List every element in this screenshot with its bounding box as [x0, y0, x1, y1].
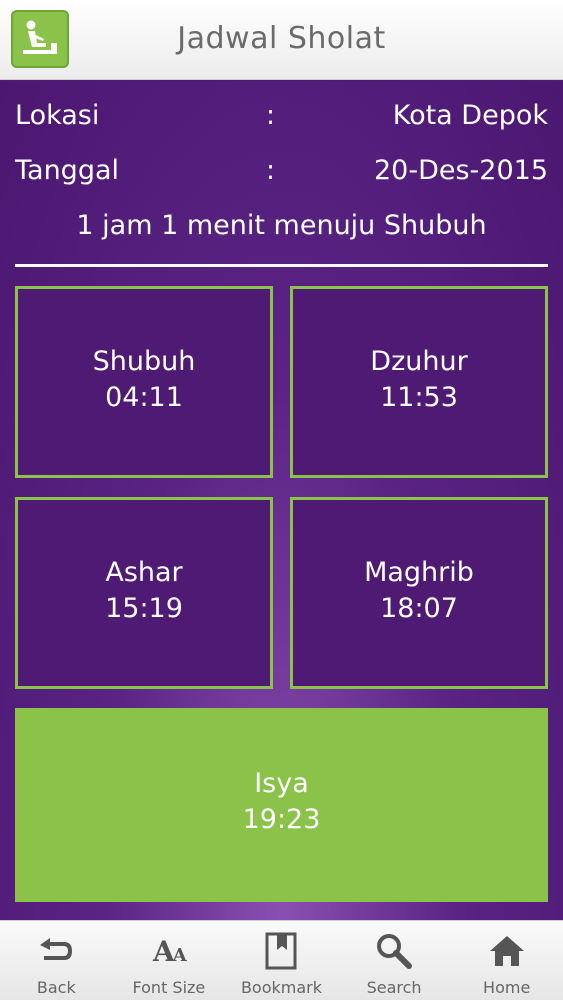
search-icon — [338, 931, 451, 971]
app-header: Jadwal Sholat — [0, 0, 563, 80]
location-value: Kota Depok — [392, 100, 548, 131]
location-row: Lokasi : Kota Depok — [15, 96, 548, 136]
prayer-schedule-panel: Lokasi : Kota Depok Tanggal : 20-Des-201… — [0, 81, 563, 920]
prayer-time: 18:07 — [380, 593, 458, 624]
date-separator: : — [266, 155, 276, 186]
prayer-name: Ashar — [105, 557, 183, 588]
nav-home-button[interactable]: Home — [450, 921, 563, 1000]
divider — [15, 264, 548, 267]
prayer-time: 11:53 — [380, 382, 458, 413]
prayer-time: 19:23 — [242, 804, 321, 835]
prayer-time: 15:19 — [105, 593, 183, 624]
location-label: Lokasi — [15, 100, 100, 131]
date-row: Tanggal : 20-Des-2015 — [15, 151, 548, 191]
prayer-name: Shubuh — [92, 346, 196, 377]
page-title: Jadwal Sholat — [177, 21, 386, 56]
prayer-time: 04:11 — [105, 382, 183, 413]
bookmark-icon — [225, 931, 338, 971]
location-separator: : — [266, 100, 276, 131]
prayer-card-ashar[interactable]: Ashar 15:19 — [15, 497, 273, 689]
prayer-name: Dzuhur — [370, 346, 468, 377]
home-icon — [450, 931, 563, 971]
nav-bookmark-button[interactable]: Bookmark — [225, 921, 338, 1000]
nav-font-size-button[interactable]: AA Font Size — [113, 921, 226, 1000]
bottom-navigation: Back AA Font Size Bookmark Search Home — [0, 920, 563, 1000]
next-prayer-countdown: 1 jam 1 menit menuju Shubuh — [76, 210, 487, 241]
nav-label: Search — [366, 978, 422, 997]
date-value: 20-Des-2015 — [373, 155, 548, 186]
prayer-card-isya[interactable]: Isya 19:23 — [15, 708, 548, 902]
date-label: Tanggal — [15, 155, 120, 186]
nav-back-button[interactable]: Back — [0, 921, 113, 1000]
nav-label: Back — [36, 978, 76, 997]
nav-label: Bookmark — [240, 978, 323, 997]
back-arrow-icon — [0, 931, 113, 971]
prayer-card-dzuhur[interactable]: Dzuhur 11:53 — [290, 286, 548, 478]
prayer-card-shubuh[interactable]: Shubuh 04:11 — [15, 286, 273, 478]
prayer-name: Isya — [254, 768, 309, 799]
prayer-card-maghrib[interactable]: Maghrib 18:07 — [290, 497, 548, 689]
nav-search-button[interactable]: Search — [338, 921, 451, 1000]
nav-label: Font Size — [132, 978, 206, 997]
prayer-name: Maghrib — [364, 557, 474, 588]
font-size-icon: AA — [153, 934, 187, 968]
nav-label: Home — [483, 978, 531, 997]
app-screen: Jadwal Sholat Lokasi : Kota Depok Tangga… — [0, 0, 563, 1000]
